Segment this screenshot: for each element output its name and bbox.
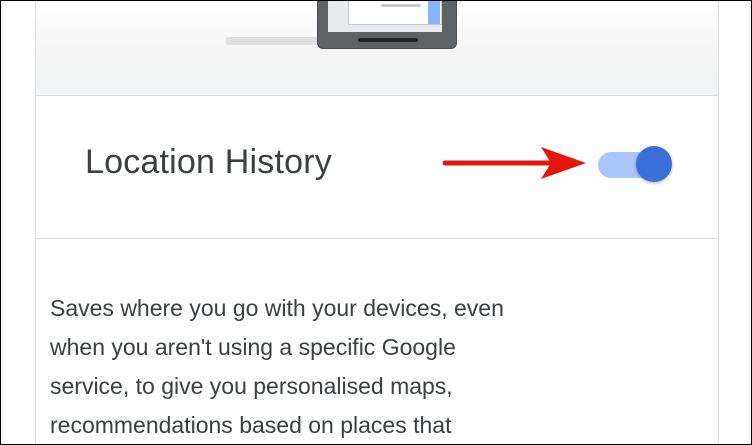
location-history-row: Location History — [36, 96, 718, 239]
device-speaker — [358, 38, 418, 42]
red-arrow-icon — [442, 147, 586, 179]
device-illustration-icon — [317, 1, 457, 49]
location-history-toggle[interactable] — [598, 146, 672, 183]
device-screen — [328, 1, 442, 32]
device-screen-accent — [428, 1, 440, 24]
toggle-thumb — [636, 146, 672, 182]
device-screen-line — [381, 4, 421, 7]
hero-banner — [36, 1, 718, 96]
description-line: Saves where you go with your devices, ev… — [50, 295, 504, 321]
description-line: service, to give you personalised maps, — [50, 373, 453, 399]
setting-title: Location History — [85, 143, 332, 181]
screenshot-frame: Location History Saves where you go with… — [0, 0, 752, 445]
description-line: recommendations based on places that — [50, 412, 452, 438]
setting-description: Saves where you go with your devices, ev… — [50, 289, 660, 444]
description-line: when you aren't using a specific Google — [50, 334, 456, 360]
